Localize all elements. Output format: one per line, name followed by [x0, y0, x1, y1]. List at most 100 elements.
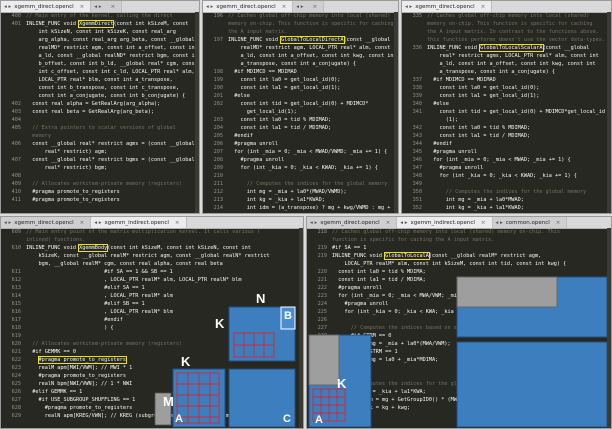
line-number: 206: [213, 141, 223, 147]
code-line: 335 // Caches global off-chip memory into…: [402, 12, 611, 20]
line-number: 411: [11, 197, 21, 203]
code-text: a_transpose, const int a_conjugate) {: [228, 61, 357, 67]
close-icon[interactable]: ×: [481, 4, 486, 10]
code-line: 202 const int tid = get_local_id(0) + MD…: [203, 100, 398, 108]
editor-pane-top-left[interactable]: ◂ ▸ xgemm_direct.opencl × ◂ ▸ × 400// Main e…: [0, 0, 200, 214]
line-number: 336: [412, 45, 422, 51]
close-icon[interactable]: ×: [282, 4, 287, 10]
code-text: // Extra pointers to scalar versions of …: [26, 125, 176, 131]
label-k: K: [337, 376, 347, 391]
line-number: 351: [412, 197, 422, 203]
code-line: (1);: [402, 116, 611, 124]
line-number: 400: [11, 13, 21, 19]
tab-nav-icon[interactable]: ◂ ▸: [296, 4, 303, 10]
code-text: INLINE_FUNC void GlobalToLocalDirectA(co…: [228, 36, 391, 44]
code-text: int kSizeN, const int kSizeK, const real…: [26, 29, 176, 35]
label-b: B: [284, 310, 292, 322]
highlighted-function-name: XgemmDirect: [78, 20, 115, 28]
code-area[interactable]: 400 // Main entry of the kernel, calling …: [1, 12, 199, 213]
code-text: realMD* restrict agm, LOCAL_PTR real* al…: [228, 45, 398, 51]
code-text: int idm = (a_transpose) ? mg + kwg/VWMD …: [228, 205, 391, 211]
line-number: 340: [412, 101, 422, 107]
close-icon[interactable]: ×: [80, 4, 85, 10]
editor-pane-top-middle[interactable]: ◂ ▸ xgemm_direct.opencl × ◂ ▸ × 196// Caches…: [202, 0, 399, 214]
tab-nav-icon[interactable]: ◂ ▸: [405, 4, 412, 10]
editor-pane-bottom-left[interactable]: ◂ ▸ xgemm_direct.opencl × ◂ ▸ xgemm_indirect…: [0, 216, 304, 429]
code-line: this function performs doesn't use the v…: [402, 36, 611, 44]
close-icon[interactable]: ×: [111, 4, 116, 10]
code-text: #if MDIMCD == MDIMAD: [228, 69, 297, 75]
line-number: 343: [412, 133, 422, 139]
scrollbar[interactable]: [394, 12, 398, 213]
code-line: a_ld, const __global realND* restrict bg…: [1, 52, 199, 60]
tab-1[interactable]: ◂ ▸ ×: [293, 1, 325, 12]
code-line: 336 INLINE_FUNC void GlobalToLocalScalarA…: [402, 44, 611, 52]
gemm-diagram-global-to-local: [308, 276, 608, 428]
code-line: 407 const __global real* restrict bgms =…: [1, 156, 199, 164]
line-number: 348: [412, 173, 422, 179]
c-matrix-block: [456, 341, 608, 428]
close-icon[interactable]: ×: [313, 4, 318, 10]
code-text: const int la1 = tid / MDIMAD;: [427, 133, 531, 139]
code-text: #pragma promote_to_registers: [26, 189, 120, 195]
code-text: INLINE_FUNC void XgemmDirect(const int k…: [26, 20, 189, 28]
tab-0[interactable]: ◂ ▸ xgemm_direct.opencl ×: [402, 1, 493, 12]
line-number: 410: [11, 189, 21, 195]
line-number: 349: [412, 181, 422, 187]
code-text: // Computes the indices for the global m…: [228, 181, 388, 187]
label-k-top: K: [215, 316, 225, 331]
code-text: const real beta = GetRealArg(arg_beta);: [26, 109, 155, 115]
code-text: const int la1 = get_local_id(1);: [427, 93, 540, 99]
code-text: // Caches global off-chip memory into lo…: [228, 13, 391, 19]
scrollbar[interactable]: [195, 12, 199, 213]
line-number: 342: [412, 125, 422, 131]
code-line: 349: [402, 180, 611, 188]
code-text: const int tid = get_local_id(0) + MDIMCD…: [427, 109, 606, 115]
line-number: 211: [213, 181, 223, 187]
code-line: const int a_conjugate, const int b_conju…: [1, 92, 199, 100]
line-number: 338: [412, 85, 422, 91]
code-line: 214 int idm = (a_transpose) ? mg + kwg/V…: [203, 204, 398, 212]
code-line: 208 #pragma unroll: [203, 156, 398, 164]
code-line: a_transpose, const int a_conjugate) {: [203, 60, 398, 68]
code-line: get_local_id(1);: [203, 108, 398, 116]
code-text: #else: [427, 101, 449, 107]
tab-nav-icon[interactable]: ◂ ▸: [4, 4, 11, 10]
code-line: a_ld, const int a_offset, const int kwg,…: [402, 60, 611, 68]
code-line: int c_offset, const int c_ld, LOCAL_PTR …: [1, 68, 199, 76]
tab-0[interactable]: ◂ ▸ xgemm_direct.opencl ×: [203, 1, 294, 12]
code-line: 198 #if MDIMCD == MDIMAD: [203, 68, 398, 76]
tab-0[interactable]: ◂ ▸ xgemm_direct.opencl ×: [1, 1, 92, 12]
line-number: 346: [412, 157, 422, 163]
line-number: 405: [11, 125, 21, 131]
code-area[interactable]: 196 // Caches global off-chip memory into…: [203, 12, 398, 213]
scrollbar[interactable]: [607, 12, 611, 213]
code-text: int c_offset, const int c_ld, LOCAL_PTR …: [26, 69, 195, 75]
editor-pane-bottom-right[interactable]: ◂ ▸ xgemm_direct.opencl × ◂ ▸ xgemm_indirect…: [306, 216, 612, 429]
code-text: for (int _kia = 0; _kia < KWAD; _kia += …: [228, 165, 378, 171]
code-text: #endif: [228, 133, 253, 139]
line-number: 199: [213, 77, 223, 83]
code-line: 343 const int la1 = tid / MDIMAD;: [402, 132, 611, 140]
line-number: 407: [11, 157, 21, 163]
code-text: the A input matrix.: [228, 29, 288, 35]
code-text: int mg = _mia + la0*(MWAD/VWMD);: [228, 189, 347, 195]
label-a: A: [175, 413, 183, 425]
line-number: 344: [412, 141, 422, 147]
code-text: #else: [228, 93, 250, 99]
code-area[interactable]: 335 // Caches global off-chip memory into…: [402, 12, 611, 213]
tab-1[interactable]: ◂ ▸ ×: [91, 1, 123, 12]
code-text: // Caches global off-chip memory into lo…: [427, 13, 590, 19]
line-number: 345: [412, 149, 422, 155]
code-text: const __global real* restrict bgms = (co…: [26, 157, 195, 163]
code-line: 204 const int la1 = tid / MDIMAD;: [203, 124, 398, 132]
code-line: 203 const int la0 = tid % MDIMAD;: [203, 116, 398, 124]
code-text: const int la0 = get_local_id(0);: [228, 77, 341, 83]
tab-nav-icon[interactable]: ◂ ▸: [206, 4, 213, 10]
code-line: 408: [1, 172, 199, 180]
line-number: 212: [213, 189, 223, 195]
editor-pane-top-right[interactable]: ◂ ▸ xgemm_direct.opencl × 335 // Caches glo…: [401, 0, 612, 214]
tab-nav-icon[interactable]: ◂ ▸: [94, 4, 101, 10]
line-number: 403: [11, 109, 21, 115]
code-text: b_offset, const int b_ld, __global real*…: [26, 61, 198, 67]
